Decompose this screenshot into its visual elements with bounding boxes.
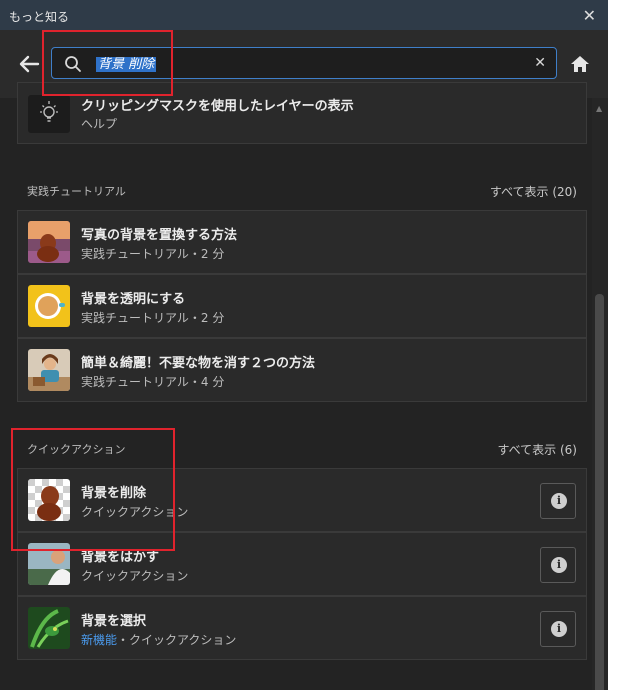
quick-action-subtitle: 新機能・クイックアクション: [81, 631, 236, 648]
close-icon[interactable]: ✕: [583, 6, 596, 25]
info-icon: i: [551, 493, 567, 509]
tutorial-subtitle: 実践チュートリアル・2 分: [81, 247, 225, 261]
tutorials-heading: 実践チュートリアル: [27, 185, 126, 198]
tutorial-thumbnail: [28, 349, 70, 391]
tutorials-show-all-link[interactable]: すべて表示 (20): [490, 183, 577, 200]
quick-action-thumbnail: [28, 607, 70, 649]
info-button[interactable]: i: [540, 547, 576, 583]
info-icon: i: [551, 621, 567, 637]
highlight-box-search: [42, 30, 173, 96]
list-item[interactable]: 写真の背景を置換する方法 実践チュートリアル・2 分: [17, 210, 587, 274]
window-title: もっと知る: [9, 10, 70, 24]
quick-action-type: ・クイックアクション: [117, 633, 237, 647]
new-feature-label: 新機能: [81, 633, 118, 647]
tutorial-thumbnail: [28, 285, 70, 327]
help-item-subtitle: ヘルプ: [81, 117, 118, 131]
scrollbar[interactable]: ▲: [592, 98, 608, 690]
arrow-left-icon[interactable]: [17, 52, 41, 76]
list-item[interactable]: 簡単＆綺麗！不要な物を消す２つの方法 実践チュートリアル・4 分: [17, 338, 587, 402]
tutorial-subtitle: 実践チュートリアル・2 分: [81, 311, 225, 325]
tutorial-subtitle: 実践チュートリアル・4 分: [81, 375, 225, 389]
title-bar: もっと知る ✕: [0, 0, 608, 30]
quick-action-subtitle: クイックアクション: [81, 569, 189, 583]
list-item[interactable]: 背景を透明にする 実践チュートリアル・2 分: [17, 274, 587, 338]
info-icon: i: [551, 557, 567, 573]
quick-actions-show-all-link[interactable]: すべて表示 (6): [498, 441, 578, 458]
info-button[interactable]: i: [540, 483, 576, 519]
highlight-box-remove-background: [11, 428, 175, 551]
tutorial-title: 背景を透明にする: [81, 292, 186, 307]
help-item-title: クリッピングマスクを使用したレイヤーの表示: [81, 99, 354, 114]
clear-search-icon[interactable]: ✕: [534, 55, 546, 71]
scroll-up-icon[interactable]: ▲: [596, 104, 602, 113]
scrollbar-thumb[interactable]: [595, 294, 604, 690]
info-button[interactable]: i: [540, 611, 576, 647]
lightbulb-icon: [28, 95, 70, 133]
learn-more-panel: もっと知る ✕ 背景 削除 ✕ ▲ クリッピングマスクを使用したレイヤーの表示 …: [0, 0, 608, 690]
tutorial-title: 写真の背景を置換する方法: [81, 228, 238, 243]
tutorial-thumbnail: [28, 221, 70, 263]
quick-action-title: 背景を選択: [81, 614, 147, 629]
tutorial-title: 簡単＆綺麗！不要な物を消す２つの方法: [81, 356, 316, 371]
list-item[interactable]: 背景を選択 新機能・クイックアクション i: [17, 596, 587, 660]
home-icon[interactable]: [569, 53, 591, 75]
